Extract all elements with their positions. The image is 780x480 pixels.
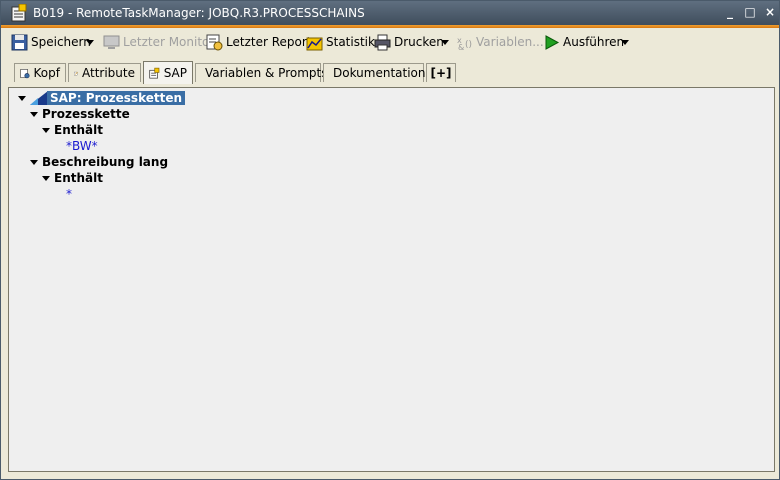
sap-tree-panel: SAP: Prozessketten Prozesskette Enthält … xyxy=(8,87,775,472)
execute-label: Ausführen xyxy=(563,35,625,49)
report-icon xyxy=(206,34,223,50)
statistics-label: Statistik xyxy=(326,35,375,49)
svg-text:&: & xyxy=(458,43,464,51)
save-label: Speichern xyxy=(31,35,91,49)
tab-label: Dokumentation xyxy=(333,66,426,80)
maximize-button[interactable]: □ xyxy=(743,5,757,19)
accent-stripe xyxy=(1,25,779,28)
save-button[interactable]: Speichern xyxy=(11,31,91,53)
variables-label: Variablen... xyxy=(476,35,544,49)
tab-label: Kopf xyxy=(33,66,60,80)
printer-icon xyxy=(374,34,391,50)
collapse-condition-icon[interactable] xyxy=(42,176,50,181)
last-report-button[interactable]: Letzter Report xyxy=(206,31,311,53)
chevron-down-icon xyxy=(86,39,94,45)
tree-node-enthaelt[interactable]: Enthält xyxy=(54,123,103,138)
header-icon xyxy=(20,68,30,78)
tree-node-enthaelt[interactable]: Enthält xyxy=(54,171,103,186)
window-title: B019 - RemoteTaskManager: JOBQ.R3.PROCES… xyxy=(33,6,365,20)
play-icon xyxy=(545,34,560,50)
last-report-label: Letzter Report xyxy=(226,35,312,49)
statistics-button[interactable]: Statistik xyxy=(306,31,375,53)
tab-label: Attribute xyxy=(82,66,135,80)
sap-icon xyxy=(30,91,48,105)
main-window: B019 - RemoteTaskManager: JOBQ.R3.PROCES… xyxy=(0,0,780,480)
variables-icon: x & () xyxy=(457,36,472,51)
tree-node-prozesskette[interactable]: Prozesskette xyxy=(42,107,130,122)
minimize-button[interactable]: _ xyxy=(723,5,737,19)
print-button[interactable]: Drucken xyxy=(374,31,444,53)
tab-sap[interactable]: SAP xyxy=(143,61,193,84)
tab-variables-prompts[interactable]: x() Variablen & Prompts xyxy=(195,63,327,82)
tab-bar: Kopf Attribute SAP x() Variablen & Prom xyxy=(1,61,779,84)
last-monitor-button[interactable]: Letzter Monitor xyxy=(103,31,214,53)
monitor-icon xyxy=(103,35,120,49)
tab-dokumentation[interactable]: Dokumentation xyxy=(323,63,426,82)
add-tab-icon: [+] xyxy=(430,66,452,80)
job-icon xyxy=(11,4,27,22)
tab-label: Variablen & Prompts xyxy=(205,66,328,80)
tab-attribute[interactable]: Attribute xyxy=(68,63,141,82)
title-bar[interactable]: B019 - RemoteTaskManager: JOBQ.R3.PROCES… xyxy=(1,1,779,25)
floppy-icon xyxy=(11,34,28,50)
close-button[interactable]: × xyxy=(763,5,777,19)
chevron-down-icon xyxy=(441,39,449,45)
print-dropdown[interactable] xyxy=(440,31,450,53)
job-icon xyxy=(149,67,160,78)
tab-kopf[interactable]: Kopf xyxy=(14,63,66,82)
tree-root[interactable]: SAP: Prozessketten xyxy=(47,91,186,106)
tab-label: SAP xyxy=(163,66,187,80)
execute-button[interactable]: Ausführen xyxy=(543,31,624,53)
print-label: Drucken xyxy=(394,35,444,49)
last-monitor-label: Letzter Monitor xyxy=(123,35,215,49)
edit-icon xyxy=(74,71,78,75)
tree-root-label: SAP: Prozessketten xyxy=(47,91,186,105)
collapse-group-icon[interactable] xyxy=(30,112,38,117)
tab-add[interactable]: [+] xyxy=(426,63,456,82)
tree-node-beschreibung-lang[interactable]: Beschreibung lang xyxy=(42,155,168,170)
variables-button[interactable]: x & () Variablen... xyxy=(456,31,544,53)
collapse-root-icon[interactable] xyxy=(18,96,26,101)
tree-value[interactable]: * xyxy=(66,187,72,202)
chevron-down-icon xyxy=(621,39,629,45)
toolbar: Speichern Letzter Monitor Letzter Report xyxy=(1,29,779,56)
save-dropdown[interactable] xyxy=(85,31,95,53)
chart-icon xyxy=(306,37,323,50)
collapse-group-icon[interactable] xyxy=(30,160,38,165)
collapse-condition-icon[interactable] xyxy=(42,128,50,133)
svg-text:(): () xyxy=(465,40,472,50)
tree-value[interactable]: *BW* xyxy=(66,139,98,154)
execute-dropdown[interactable] xyxy=(620,31,630,53)
